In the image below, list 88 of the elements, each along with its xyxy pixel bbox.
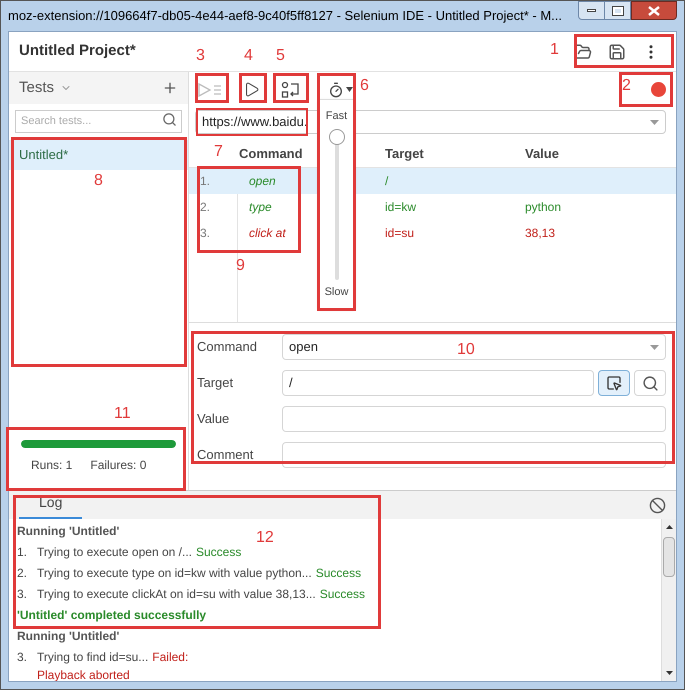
row-number: 2. bbox=[200, 200, 210, 214]
annotation-number: 4 bbox=[244, 47, 253, 65]
column-header: Value bbox=[524, 144, 559, 163]
find-target-button[interactable] bbox=[634, 370, 666, 396]
search-icon[interactable] bbox=[162, 112, 177, 127]
annotation-box bbox=[273, 73, 309, 103]
annotation-number: 6 bbox=[360, 77, 369, 95]
annotation-box bbox=[239, 73, 267, 103]
log-number: 1. bbox=[17, 544, 28, 561]
log-number: 3. bbox=[17, 586, 28, 603]
scrollbar[interactable] bbox=[661, 519, 676, 681]
speed-slider[interactable] bbox=[328, 128, 344, 280]
command-cell-text: open bbox=[248, 173, 277, 190]
log-summary: 'Untitled' completed successfully bbox=[17, 607, 206, 624]
annotation-number: 12 bbox=[256, 529, 274, 547]
field-label: Command bbox=[197, 338, 258, 356]
timer-icon[interactable] bbox=[328, 82, 344, 98]
command-cell-text: click at bbox=[248, 225, 287, 242]
minimize-button[interactable] bbox=[578, 1, 605, 20]
log-heading: Running 'Untitled' bbox=[17, 523, 120, 540]
speed-slow-label: Slow bbox=[324, 284, 348, 300]
log-number: 3. bbox=[17, 649, 28, 666]
command-cell-text: type bbox=[248, 199, 273, 216]
log-result: Success bbox=[196, 544, 242, 561]
scroll-up-icon[interactable] bbox=[666, 525, 672, 529]
column-header: Command bbox=[238, 144, 304, 163]
annotation-box bbox=[619, 72, 673, 107]
close-button[interactable] bbox=[631, 1, 677, 20]
log-tab[interactable]: Log bbox=[19, 492, 82, 519]
pointer-icon bbox=[606, 375, 622, 391]
value-field[interactable] bbox=[282, 406, 666, 432]
runs-count: Runs: 1 bbox=[31, 457, 72, 474]
test-item[interactable]: Untitled* bbox=[9, 140, 188, 170]
log-number: 2. bbox=[17, 565, 28, 582]
annotation-number: 7 bbox=[214, 143, 223, 161]
search-icon bbox=[642, 374, 658, 392]
play-icon[interactable] bbox=[243, 81, 260, 98]
annotation-number: 8 bbox=[94, 172, 103, 190]
folder-icon[interactable] bbox=[574, 42, 592, 60]
failures-count: Failures: 0 bbox=[90, 457, 146, 474]
scroll-down-icon[interactable] bbox=[666, 671, 672, 675]
project-title: Untitled Project* bbox=[19, 41, 136, 62]
select-target-button[interactable] bbox=[598, 370, 630, 396]
log-result: Success bbox=[320, 586, 366, 603]
field-label: Value bbox=[197, 410, 230, 428]
log-result: Success bbox=[316, 565, 362, 582]
row-number: 3. bbox=[200, 226, 210, 240]
clear-icon[interactable] bbox=[649, 497, 666, 514]
target-cell-text: / bbox=[384, 173, 390, 190]
field-label: Target bbox=[197, 374, 234, 392]
target-field[interactable]: / bbox=[282, 370, 594, 396]
record-button[interactable] bbox=[651, 82, 666, 97]
annotation-number: 10 bbox=[457, 341, 475, 359]
value-cell-text: python bbox=[524, 199, 562, 216]
speed-fast-label: Fast bbox=[326, 109, 348, 124]
annotation-number: 5 bbox=[276, 47, 285, 65]
tests-title[interactable]: Tests bbox=[19, 76, 54, 100]
maximize-button[interactable] bbox=[605, 1, 631, 20]
annotation-number: 3 bbox=[196, 47, 205, 65]
log-message: Trying to execute open on /... bbox=[37, 544, 192, 561]
annotation-number: 9 bbox=[236, 257, 245, 275]
speed-thumb[interactable] bbox=[328, 128, 344, 144]
log-message: Trying to find id=su... bbox=[37, 649, 148, 666]
add-icon[interactable] bbox=[162, 80, 178, 96]
row-number: 1. bbox=[200, 174, 210, 188]
annotation-number: 2 bbox=[622, 77, 631, 95]
log-heading: Running 'Untitled' bbox=[17, 628, 120, 645]
column-header: Target bbox=[384, 144, 425, 163]
annotation-number: 1 bbox=[550, 41, 559, 59]
close-icon bbox=[648, 6, 660, 16]
field-label: Comment bbox=[197, 446, 254, 464]
save-icon[interactable] bbox=[608, 42, 626, 60]
scrollbar-thumb[interactable] bbox=[663, 537, 675, 577]
log-message: Trying to execute clickAt on id=su with value 38,13... bbox=[37, 586, 316, 603]
play-all-icon[interactable] bbox=[197, 82, 223, 98]
window-title: moz-extension://109664f7-db05-4e44-aef8-9c40f5ff8127 - Selenium IDE - Untitled Project* - M... bbox=[8, 7, 562, 26]
caret-icon[interactable] bbox=[346, 87, 353, 92]
log-message: Trying to execute type on id=kw with value python... bbox=[37, 565, 312, 582]
log-result: Failed: bbox=[152, 649, 188, 666]
command-row[interactable]: 1. open / bbox=[189, 168, 676, 194]
target-cell-text: id=su bbox=[384, 225, 416, 242]
annotation-number: 11 bbox=[114, 405, 131, 423]
value-cell-text: 38,13 bbox=[524, 225, 556, 242]
search-field[interactable]: Search tests... bbox=[15, 110, 182, 132]
annotation-box bbox=[195, 73, 229, 103]
command-row[interactable]: 3. click at id=su 38,13 bbox=[189, 220, 676, 246]
command-row[interactable]: 2. type id=kw python bbox=[189, 194, 676, 220]
target-cell-text: id=kw bbox=[384, 199, 418, 216]
